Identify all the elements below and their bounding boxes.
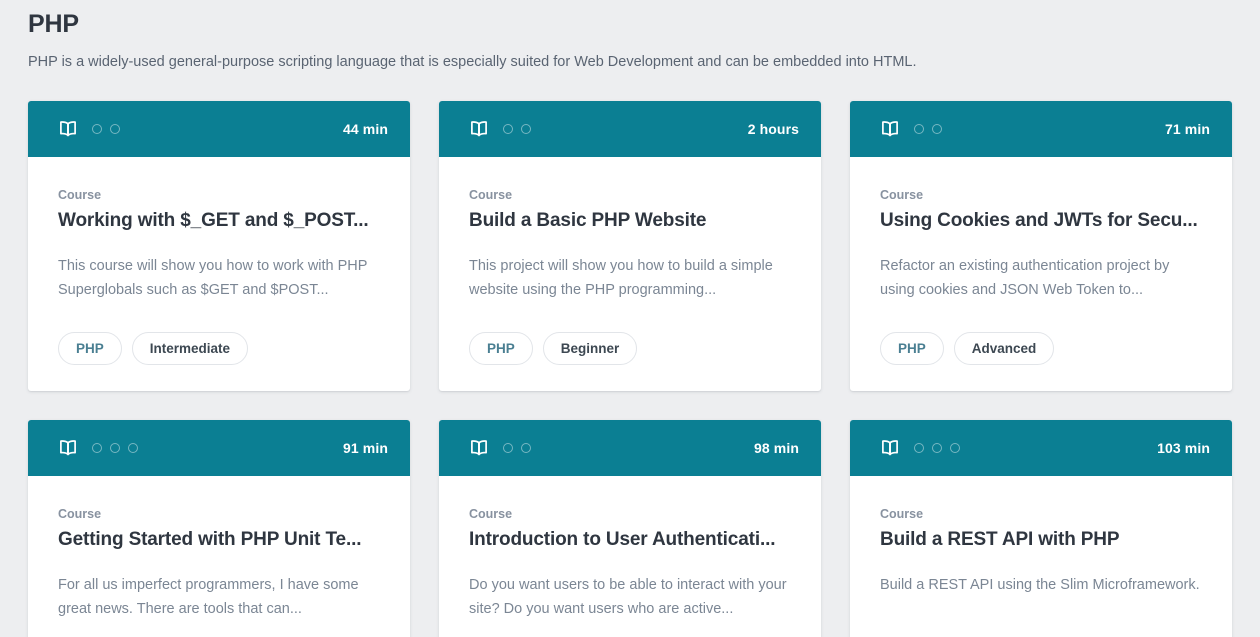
difficulty-dot-icon <box>92 124 102 134</box>
card-header: 2 hours <box>439 101 821 157</box>
difficulty-dot-icon <box>503 443 513 453</box>
difficulty-indicator <box>503 124 531 134</box>
difficulty-dot-icon <box>92 443 102 453</box>
page-subtitle: PHP is a widely-used general-purpose scr… <box>28 52 1232 72</box>
topic-tag[interactable]: PHP <box>469 332 533 365</box>
book-icon <box>58 120 78 138</box>
card-tags: PHPIntermediate <box>880 621 1202 637</box>
level-tag[interactable]: Beginner <box>543 332 638 365</box>
card-tags: PHP Beginner <box>469 302 791 365</box>
page-container: PHP PHP is a widely-used general-purpose… <box>0 0 1260 637</box>
card-duration: 98 min <box>754 440 799 456</box>
card-title: Getting Started with PHP Unit Te... <box>58 527 380 552</box>
page-title: PHP <box>28 8 1232 40</box>
card-description: This course will show you how to work wi… <box>58 254 380 302</box>
card-header-left <box>58 120 120 138</box>
card-header: 98 min <box>439 420 821 476</box>
book-icon <box>880 439 900 457</box>
difficulty-dot-icon <box>932 443 942 453</box>
card-description: This project will show you how to build … <box>469 254 791 302</box>
card-description: Do you want users to be able to interact… <box>469 573 791 621</box>
difficulty-indicator <box>92 443 138 453</box>
book-icon <box>58 439 78 457</box>
card-body: Course Getting Started with PHP Unit Te..… <box>28 476 410 637</box>
difficulty-dot-icon <box>110 443 120 453</box>
difficulty-dot-icon <box>521 443 531 453</box>
card-tags: PHP Intermediate <box>58 302 380 365</box>
level-tag[interactable]: Intermediate <box>132 332 248 365</box>
difficulty-indicator <box>914 124 942 134</box>
card-header: 91 min <box>28 420 410 476</box>
card-body: Course Build a Basic PHP Website This proj… <box>439 157 821 391</box>
card-tags: PHP Advanced <box>880 302 1202 365</box>
card-title: Build a REST API with PHP <box>880 527 1202 552</box>
difficulty-dot-icon <box>521 124 531 134</box>
course-card-grid: 44 min Course Working with $_GET and $_POS… <box>28 101 1232 637</box>
difficulty-dot-icon <box>110 124 120 134</box>
card-description: Build a REST API using the Slim Microfra… <box>880 573 1202 597</box>
card-tags: PHPIntermediate <box>58 621 380 637</box>
card-kicker: Course <box>469 506 791 522</box>
course-card[interactable]: 98 min Course Introduction to User Authent… <box>439 420 821 637</box>
card-duration: 91 min <box>343 440 388 456</box>
difficulty-indicator <box>503 443 531 453</box>
card-body: Course Build a REST API with PHP Build a R… <box>850 476 1232 637</box>
topic-tag[interactable]: PHP <box>58 332 122 365</box>
card-header: 71 min <box>850 101 1232 157</box>
card-header: 44 min <box>28 101 410 157</box>
card-kicker: Course <box>58 506 380 522</box>
course-card[interactable]: 103 min Course Build a REST API with PHP Bu… <box>850 420 1232 637</box>
difficulty-indicator <box>914 443 960 453</box>
course-card[interactable]: 91 min Course Getting Started with PHP Uni… <box>28 420 410 637</box>
card-title: Working with $_GET and $_POST... <box>58 208 380 233</box>
difficulty-dot-icon <box>128 443 138 453</box>
card-kicker: Course <box>880 506 1202 522</box>
card-duration: 103 min <box>1157 440 1210 456</box>
difficulty-indicator <box>92 124 120 134</box>
card-header-left <box>469 120 531 138</box>
card-kicker: Course <box>880 187 1202 203</box>
card-duration: 71 min <box>1165 121 1210 137</box>
card-header-left <box>469 439 531 457</box>
card-body: Course Using Cookies and JWTs for Secu...… <box>850 157 1232 391</box>
difficulty-dot-icon <box>914 443 924 453</box>
card-kicker: Course <box>58 187 380 203</box>
card-title: Build a Basic PHP Website <box>469 208 791 233</box>
level-tag[interactable]: Advanced <box>954 332 1055 365</box>
difficulty-dot-icon <box>503 124 513 134</box>
card-description: Refactor an existing authentication proj… <box>880 254 1202 302</box>
difficulty-dot-icon <box>914 124 924 134</box>
card-tags: PHPBeginner <box>469 621 791 637</box>
book-icon <box>880 120 900 138</box>
card-title: Introduction to User Authenticati... <box>469 527 791 552</box>
book-icon <box>469 120 489 138</box>
course-card[interactable]: 71 min Course Using Cookies and JWTs for S… <box>850 101 1232 391</box>
course-card[interactable]: 2 hours Course Build a Basic PHP Website Th… <box>439 101 821 391</box>
difficulty-dot-icon <box>932 124 942 134</box>
card-kicker: Course <box>469 187 791 203</box>
card-duration: 44 min <box>343 121 388 137</box>
topic-tag[interactable]: PHP <box>880 332 944 365</box>
course-card[interactable]: 44 min Course Working with $_GET and $_POS… <box>28 101 410 391</box>
difficulty-dot-icon <box>950 443 960 453</box>
card-description: For all us imperfect programmers, I have… <box>58 573 380 621</box>
card-title: Using Cookies and JWTs for Secu... <box>880 208 1202 233</box>
card-body: Course Working with $_GET and $_POST... Th… <box>28 157 410 391</box>
card-header-left <box>880 120 942 138</box>
card-body: Course Introduction to User Authenticati.… <box>439 476 821 637</box>
card-header-left <box>880 439 960 457</box>
card-header-left <box>58 439 138 457</box>
card-header: 103 min <box>850 420 1232 476</box>
page-header: PHP PHP is a widely-used general-purpose… <box>28 0 1232 72</box>
card-duration: 2 hours <box>748 121 799 137</box>
book-icon <box>469 439 489 457</box>
